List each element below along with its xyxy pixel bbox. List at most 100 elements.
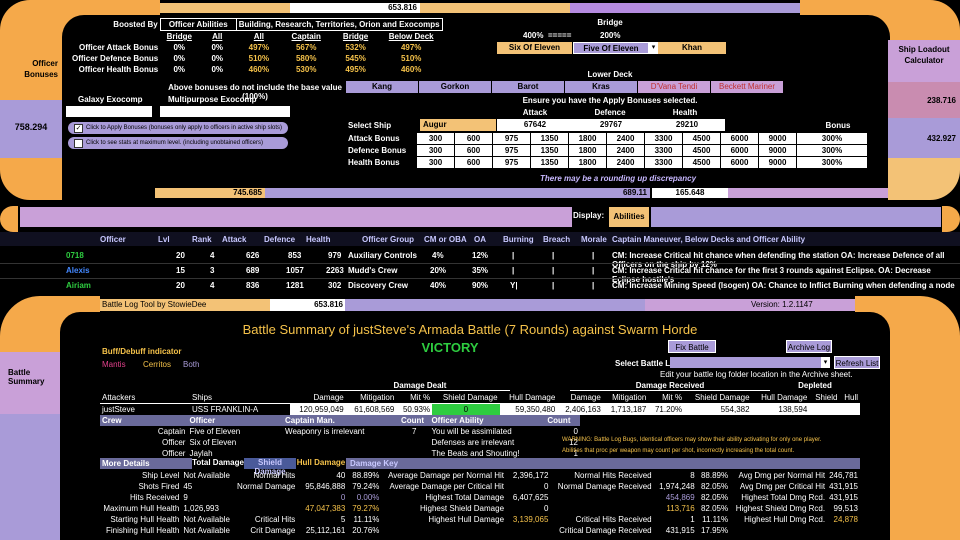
boost-table: Boosted By Officer Abilities Building, R…: [70, 18, 443, 75]
battle-side-lower: [0, 414, 60, 540]
cell: 545%: [345, 54, 366, 63]
battle-result: VICTORY: [421, 340, 479, 355]
head-breach: Breach: [543, 235, 571, 244]
lower-deck-slot[interactable]: Kang: [346, 81, 419, 93]
th: Crew: [100, 415, 188, 426]
officer-burning: |: [512, 266, 515, 275]
officer-attack: 836: [246, 281, 260, 290]
grid-cell: 600: [454, 132, 493, 145]
dv: 45: [183, 482, 193, 491]
display-bar-right: [651, 207, 941, 227]
head-attack: Attack: [222, 235, 247, 244]
display-select[interactable]: Abilities: [609, 207, 649, 227]
officer-row[interactable]: Alexis 15 3 689 1057 2263 Mudd's Crew 20…: [0, 264, 960, 284]
right-value-2: 432.927: [927, 134, 956, 143]
dv: 47,047,383: [305, 504, 346, 513]
dt: Hits Received: [129, 493, 180, 502]
dropdown-arrow-icon[interactable]: ▾: [649, 42, 658, 54]
grid-label: Defence Bonus: [348, 146, 407, 155]
refresh-list-button[interactable]: Refresh List: [834, 356, 880, 369]
tool-value: 653.816: [270, 299, 345, 311]
received-mitigation: 1,713,187: [602, 403, 649, 415]
lcars-bottom-left: [0, 158, 62, 200]
attack-bonus-row: Officer Attack Bonus 0% 0% 497% 567% 532…: [70, 42, 442, 53]
battle-side-block: Battle Summary: [0, 352, 60, 414]
bridge-slot-1[interactable]: Six Of Eleven: [497, 42, 572, 54]
dt: Maximum Hull Health: [103, 504, 180, 513]
officer-name: 0718: [66, 251, 84, 260]
dt: [730, 525, 827, 536]
health-bonus-row: Officer Health Bonus 0% 0% 460% 530% 495…: [70, 64, 442, 75]
lower-deck-slot[interactable]: Gorkon: [419, 81, 492, 93]
ship-select[interactable]: Augur: [420, 119, 496, 131]
bottom-value-165: 165.648: [652, 188, 728, 198]
attack-head: Attack: [522, 108, 548, 117]
th: Hull Damage: [509, 393, 556, 402]
grid-cell: 1350: [530, 156, 569, 169]
officer-row[interactable]: 0718 20 4 626 853 979 Auxiliary Controls…: [0, 249, 960, 269]
lower-deck-title: Lower Deck: [587, 70, 633, 79]
head-burning: Burning: [503, 235, 534, 244]
dv: 6,407,625: [512, 493, 549, 502]
galaxy-exocomp-label: Galaxy Exocomp: [78, 95, 143, 104]
dv: 431,915: [665, 526, 695, 535]
archive-log-button[interactable]: Archive Log: [786, 340, 832, 353]
cell: 497%: [400, 43, 422, 52]
officer-row[interactable]: Airiam 20 4 836 1281 302 Discovery Crew …: [0, 279, 960, 293]
detail-row: Ship Level Not Available Normal Hits 40 …: [100, 470, 860, 481]
max-level-checkbox[interactable]: Click to see stats at maximum level. (in…: [68, 137, 288, 149]
key-hull: Hull Damage: [296, 458, 346, 469]
galaxy-exocomp-input[interactable]: [66, 106, 152, 117]
cell: 510%: [400, 54, 422, 63]
defence-bonus-grid-row: Defence Bonus 300 600 975 1350 1800 2400…: [346, 144, 868, 157]
dv: 113,716: [666, 504, 695, 513]
battle-log-select[interactable]: ▾: [670, 357, 830, 368]
dv: 11.11%: [702, 515, 729, 524]
cell: 0%: [173, 43, 186, 52]
crew-table: Crew Officer Captain Man. Count Officer …: [100, 415, 580, 459]
lower-deck-slot[interactable]: Barot: [492, 81, 565, 93]
dv: Not Available: [183, 515, 230, 524]
dropdown-arrow-icon: ▾: [821, 357, 830, 368]
dealt-mit-pct: 50.93%: [396, 403, 433, 415]
dt: Average Damage per Normal Hit: [388, 471, 505, 480]
lower-deck-slot[interactable]: Kras: [565, 81, 638, 93]
officer-abilities-header: Officer Abilities: [159, 18, 237, 31]
dt: Starting Hull Health: [110, 515, 180, 524]
dv: 88.89%: [352, 471, 380, 480]
multipurpose-exocomp-label: Multipurpose Exocomp: [168, 95, 257, 104]
more-details-bar[interactable]: More Details Total Damage Shield Damage …: [100, 458, 860, 476]
grid-cell: 2400: [606, 156, 645, 169]
detail-row: Shots Fired 45 Normal Damage 95,846,888 …: [100, 481, 860, 492]
cell: 0%: [211, 43, 224, 52]
dv: 79.27%: [352, 504, 380, 513]
buff-both: Both: [183, 360, 200, 369]
officer-defence: 1281: [286, 281, 304, 290]
fix-battle-log-button[interactable]: Fix Battle Log: [668, 340, 716, 365]
attacker-row[interactable]: justSteve USS FRANKLIN-A 120,959,049 61,…: [100, 403, 860, 415]
dv: 95,846,888: [305, 482, 346, 491]
defence-value: 29767: [573, 119, 649, 131]
key-total: Total Damage: [192, 458, 244, 469]
apply-bonuses-checkbox[interactable]: ✓ Click to Apply Bonuses (bonuses only a…: [68, 122, 288, 134]
crew-cm: [283, 437, 399, 448]
officer-name: Airiam: [66, 281, 91, 290]
lower-deck-slot[interactable]: D'Vana Tendi: [638, 81, 711, 93]
dv: 1,026,993: [183, 504, 219, 513]
dv: 431,915: [829, 482, 858, 491]
th: Count: [398, 415, 430, 426]
dt: Critical Damage Received: [559, 526, 652, 535]
officer-burning: |: [512, 251, 515, 260]
grid-cell: 300: [416, 132, 455, 145]
key-shield: Shield Damage: [244, 458, 296, 476]
lower-deck-slot[interactable]: Beckett Mariner: [711, 81, 783, 93]
dt: Critical Hits Received: [575, 515, 652, 524]
th: Mitigation: [612, 393, 647, 402]
grid-cell: 9000: [758, 144, 797, 157]
dv: 431,915: [829, 493, 858, 502]
more-details-label: More Details: [102, 459, 150, 468]
multipurpose-exocomp-input[interactable]: [160, 106, 290, 117]
bridge-slot-2[interactable]: Five Of Eleven: [573, 42, 649, 54]
detail-row: Starting Hull Health Not Available Criti…: [100, 514, 860, 525]
bridge-slot-3[interactable]: Khan: [658, 42, 726, 54]
